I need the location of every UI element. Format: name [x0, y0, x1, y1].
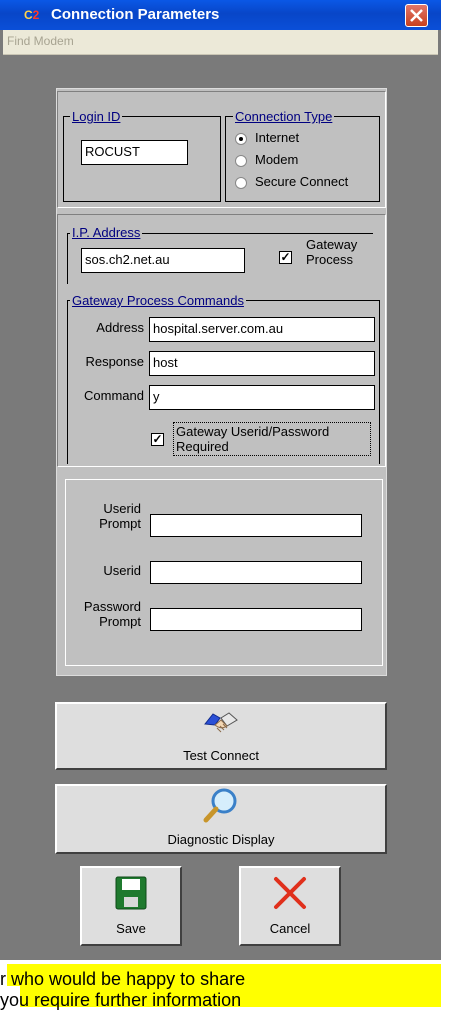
floppy-disk-icon: [115, 876, 147, 910]
login-legend: Login ID: [70, 109, 123, 124]
test-connect-button[interactable]: Test Connect: [55, 702, 387, 770]
response-label: Response: [85, 354, 144, 369]
magnifier-icon: [203, 788, 237, 823]
app-logo-icon: C2: [24, 8, 40, 22]
radio-internet-label: Internet: [255, 130, 300, 145]
document-line-1: r who would be happy to share: [0, 969, 246, 989]
ip-address-field[interactable]: sos.ch2.net.au: [81, 248, 245, 273]
userid-field[interactable]: [150, 561, 362, 584]
save-button[interactable]: Save: [80, 866, 182, 946]
ip-legend: I.P. Address: [70, 225, 143, 240]
test-connect-label: Test Connect: [183, 748, 259, 763]
command-field[interactable]: y: [149, 385, 375, 410]
menu-item-find-modem[interactable]: Find Modem: [7, 34, 74, 48]
cancel-button[interactable]: Cancel: [239, 866, 341, 946]
cancel-x-icon: [274, 877, 306, 909]
connection-parameters-window: C2 Connection Parameters Find Modem Logi…: [0, 0, 441, 960]
address-label: Address: [96, 320, 144, 335]
close-button[interactable]: [405, 4, 428, 27]
login-id-field[interactable]: ROCUST: [81, 140, 188, 165]
userid-label: Userid: [103, 563, 141, 578]
address-field[interactable]: hospital.server.com.au: [149, 317, 375, 342]
radio-secure-connect[interactable]: [235, 177, 247, 189]
document-line-2: you require further information: [0, 990, 242, 1010]
radio-modem-label: Modem: [255, 152, 299, 167]
parameters-panel: Login ID ROCUST Connection Type Internet…: [56, 88, 387, 676]
gateway-process-label: Gateway Process: [306, 237, 358, 267]
radio-secure-connect-label: Secure Connect: [255, 174, 349, 189]
password-prompt-label: Password Prompt: [83, 599, 141, 629]
command-label: Command: [84, 388, 144, 403]
save-label: Save: [116, 921, 146, 936]
connection-type-legend: Connection Type: [233, 109, 335, 124]
menu-bar: Find Modem: [3, 30, 438, 55]
gateway-commands-legend: Gateway Process Commands: [70, 293, 246, 308]
radio-modem[interactable]: [235, 155, 247, 167]
close-icon: [410, 9, 423, 22]
gateway-process-checkbox[interactable]: ✓: [279, 251, 292, 264]
diagnostic-display-button[interactable]: Diagnostic Display: [55, 784, 387, 854]
password-prompt-field[interactable]: [150, 608, 362, 631]
diagnostic-display-label: Diagnostic Display: [167, 832, 275, 847]
handshake-icon: [204, 712, 238, 733]
title-bar[interactable]: C2 Connection Parameters: [0, 0, 441, 30]
userid-prompt-label: Userid Prompt: [99, 501, 141, 531]
cancel-label: Cancel: [269, 921, 311, 936]
radio-internet[interactable]: [235, 133, 247, 145]
userid-prompt-field[interactable]: [150, 514, 362, 537]
connection-type-group: [225, 116, 380, 202]
window-title: Connection Parameters: [51, 6, 220, 23]
response-field[interactable]: host: [149, 351, 375, 376]
userpass-required-label: Gateway Userid/Password Required: [173, 422, 371, 456]
userpass-required-checkbox[interactable]: ✓: [151, 433, 164, 446]
